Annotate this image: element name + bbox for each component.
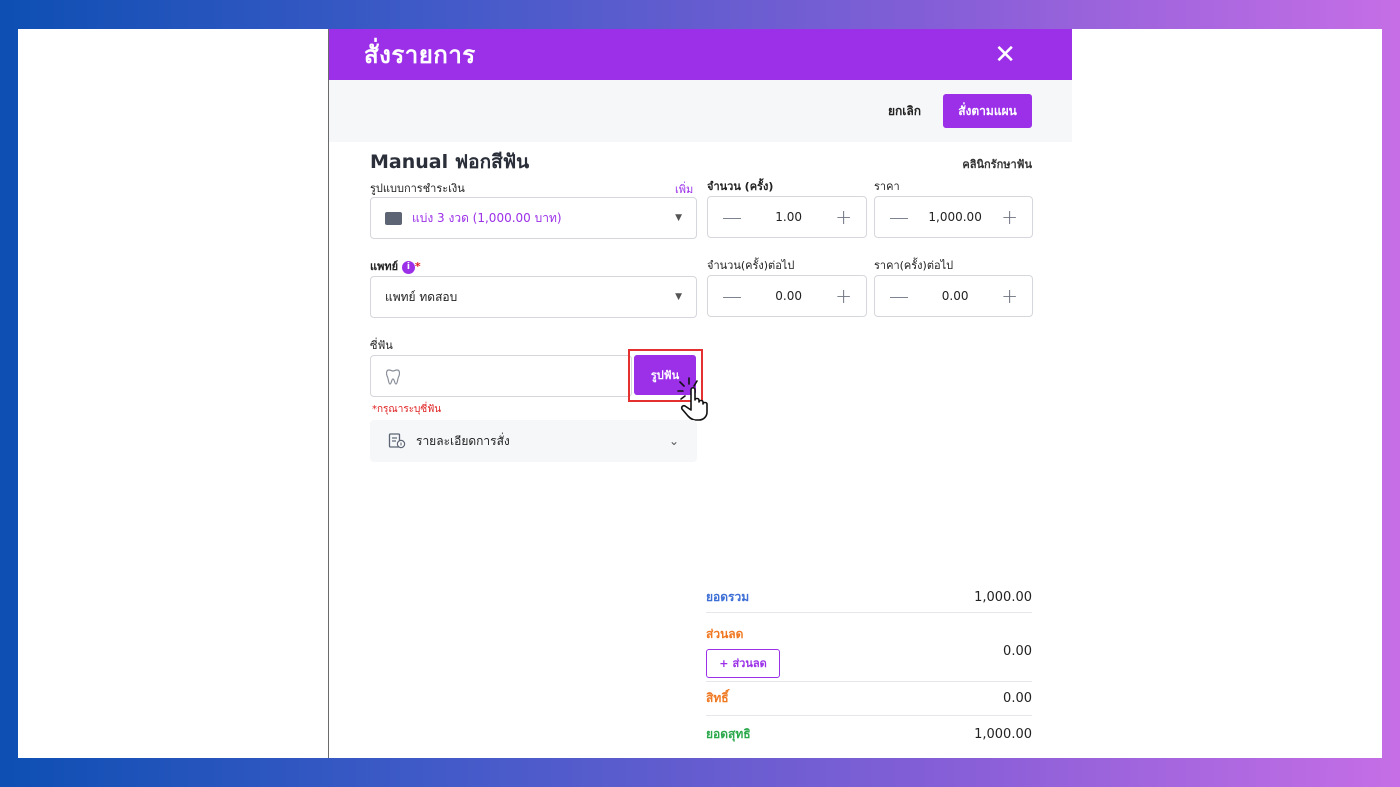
next-quantity-label: จำนวน(ครั้ง)ต่อไป: [707, 259, 795, 272]
next-quantity-value[interactable]: 0.00: [775, 289, 802, 303]
total-label: ยอดรวม: [706, 590, 750, 604]
chevron-down-icon: ⌄: [668, 434, 679, 448]
modal-header: สั่งรายการ ✕: [329, 29, 1072, 80]
order-details-label: รายละเอียดการสั่ง: [416, 433, 510, 448]
price-minus-button[interactable]: —: [889, 207, 909, 227]
quantity-plus-button[interactable]: +: [835, 207, 852, 227]
required-mark: *: [414, 260, 421, 273]
info-icon[interactable]: i: [401, 260, 415, 274]
total-row: ยอดรวม 1,000.00: [706, 583, 1032, 613]
item-title-row: Manual ฟอกสีฟัน คลินิกรักษาฟัน: [370, 147, 1032, 177]
net-label: ยอดสุทธิ: [706, 726, 751, 741]
add-discount-button[interactable]: + ส่วนลด: [706, 648, 780, 678]
add-discount-label: ส่วนลด: [732, 657, 767, 670]
tooth-icon: [386, 369, 400, 385]
net-row: ยอดสุทธิ 1,000.00: [706, 719, 1032, 749]
document-icon: [388, 433, 406, 449]
add-payment-link[interactable]: เพิ่ม: [675, 180, 693, 198]
payment-label: รูปแบบการชำระเงิน: [370, 182, 465, 195]
discount-value: 0.00: [1003, 643, 1032, 659]
doctor-select[interactable]: แพทย์ ทดสอบ ▼: [370, 276, 697, 318]
quantity-value[interactable]: 1.00: [775, 210, 802, 224]
order-by-plan-button[interactable]: สั่งตามแผน: [943, 94, 1032, 128]
quantity-label: จำนวน (ครั้ง): [707, 180, 774, 193]
modal-title: สั่งรายการ: [364, 41, 476, 69]
net-value: 1,000.00: [974, 726, 1032, 742]
modal-toolbar: ยกเลิก สั่งตามแผน: [329, 80, 1072, 142]
chevron-down-icon: ▼: [675, 213, 682, 223]
wallet-icon: [385, 211, 402, 225]
payment-select[interactable]: แบ่ง 3 งวด (1,000.00 บาท) ▼: [370, 197, 697, 239]
quantity-stepper: — 1.00 +: [707, 196, 867, 238]
order-details-accordion[interactable]: รายละเอียดการสั่ง ⌄: [370, 420, 697, 462]
total-value: 1,000.00: [974, 590, 1032, 605]
next-quantity-stepper: — 0.00 +: [707, 275, 867, 317]
price-plus-button[interactable]: +: [1001, 207, 1018, 227]
next-quantity-minus-button[interactable]: —: [722, 286, 742, 306]
next-price-minus-button[interactable]: —: [889, 286, 909, 306]
modal-content: Manual ฟอกสีฟัน คลินิกรักษาฟัน: [329, 147, 1072, 177]
next-price-value[interactable]: 0.00: [942, 289, 969, 303]
doctor-label-group: แพทย์ i *: [370, 257, 421, 275]
doctor-label: แพทย์: [370, 260, 399, 273]
close-icon[interactable]: ✕: [994, 42, 1016, 68]
privilege-value: 0.00: [1003, 691, 1032, 706]
payment-value: แบ่ง 3 งวด (1,000.00 บาท): [412, 210, 562, 225]
quantity-minus-button[interactable]: —: [722, 207, 742, 227]
tooth-label: ซี่ฟัน: [370, 339, 393, 352]
clinic-name: คลินิกรักษาฟัน: [962, 158, 1032, 171]
item-title: Manual ฟอกสีฟัน: [370, 151, 530, 173]
next-price-stepper: — 0.00 +: [874, 275, 1033, 317]
next-price-plus-button[interactable]: +: [1001, 286, 1018, 306]
plus-icon: +: [719, 656, 729, 670]
price-label: ราคา: [874, 180, 900, 193]
discount-label: ส่วนลด: [706, 626, 744, 641]
tooth-input[interactable]: [370, 355, 632, 397]
price-value[interactable]: 1,000.00: [928, 210, 981, 224]
privilege-label: สิทธิ์: [706, 691, 729, 705]
next-quantity-plus-button[interactable]: +: [835, 286, 852, 306]
discount-row: ส่วนลด + ส่วนลด 0.00: [706, 621, 1032, 682]
discount-group: ส่วนลด + ส่วนลด: [706, 625, 780, 678]
order-modal: สั่งรายการ ✕ ยกเลิก สั่งตามแผน Manual ฟอ…: [328, 29, 1072, 758]
price-stepper: — 1,000.00 +: [874, 196, 1033, 238]
chevron-down-icon: ▼: [675, 292, 682, 302]
tooth-error-text: *กรุณาระบุซี่ฟัน: [372, 404, 442, 415]
pointer-hand-icon: [677, 377, 708, 421]
doctor-value: แพทย์ ทดสอบ: [385, 289, 458, 304]
cancel-button[interactable]: ยกเลิก: [888, 102, 921, 121]
privilege-row: สิทธิ์ 0.00: [706, 682, 1032, 716]
next-price-label: ราคา(ครั้ง)ต่อไป: [874, 259, 954, 272]
